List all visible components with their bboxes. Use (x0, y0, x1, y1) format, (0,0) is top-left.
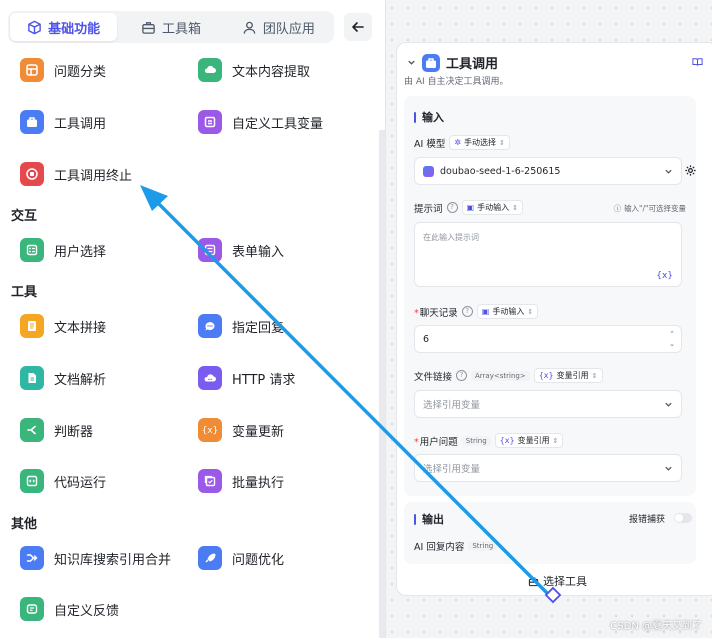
watermark: CSDN @夏天又到了 (610, 621, 702, 632)
connection-handle-icon[interactable] (544, 586, 562, 604)
annotation-arrow (140, 185, 562, 604)
